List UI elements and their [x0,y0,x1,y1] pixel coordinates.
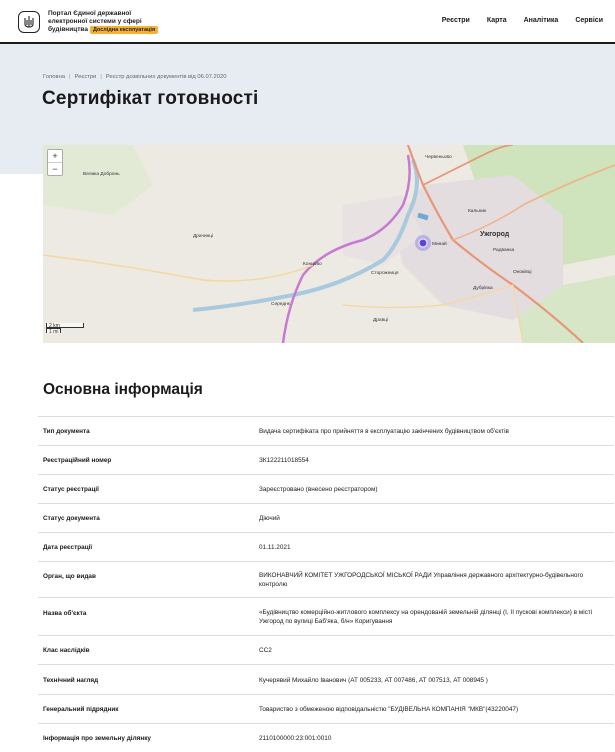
site-header: Портал Єдиної державної електронної сист… [0,0,615,44]
place-label: Дубрівка [473,285,493,291]
info-value: «Будівництво комерційно-житлового компле… [259,609,593,625]
place-label: Ужгород [480,231,510,238]
nav-map[interactable]: Карта [487,17,507,24]
breadcrumb-home[interactable]: Головна [43,74,65,80]
logo-line-1: Портал Єдиної державної [48,10,132,17]
page-title: Сертифікат готовності [42,88,259,109]
lake [417,212,429,221]
info-label: Статус документа [43,515,100,522]
location-marker-icon[interactable] [418,238,428,248]
portal-logo-text[interactable]: Портал Єдиної державної електронної сист… [48,10,178,34]
info-value: Товариство з обмеженою відповідальністю … [259,706,519,713]
info-value: Видача сертифіката про прийняття в експл… [259,428,509,435]
place-label: Минай [432,240,447,247]
place-label: Дравці [373,317,388,323]
zoom-out-button[interactable]: − [48,162,62,175]
info-label: Дата реєстрації [43,544,93,551]
zoom-in-button[interactable]: + [48,150,62,162]
place-label: Сторожниця [371,270,399,276]
logo-line-3: будівництва [48,26,88,33]
info-label: Клас наслідків [43,647,90,654]
place-label: Велика Добронь [83,171,120,177]
info-row: Статус документа Діючий [38,503,614,532]
location-map[interactable]: Червеньово Кальник Ужгород Радванка Онок… [43,145,615,343]
info-label: Орган, що видав [43,573,96,580]
nav-analytics[interactable]: Аналітика [524,17,559,24]
info-label: Реєстраційний номер [43,457,112,464]
info-value: ВИКОНАВЧИЙ КОМІТЕТ УЖГОРОДСЬКОЇ МІСЬКОЇ … [259,572,584,588]
info-value: СС2 [259,647,272,654]
info-label: Назва об'єкта [43,610,87,617]
place-label: Середнє [271,301,291,307]
info-label: Тип документа [43,428,90,435]
breadcrumb-current: Реєстр дозвільних документів від 06.07.2… [105,74,227,80]
map-scale: 2 km 1 mi [46,323,84,335]
map-zoom-control: + − [47,149,63,176]
info-row: Реєстраційний номер ЗК122211018554 [38,445,614,474]
info-row: Технічний нагляд Кучерявий Михайло Івано… [38,664,614,694]
section-title: Основна інформація [43,381,203,398]
main-nav: Реєстри Карта Аналітика Сервіси [442,17,603,24]
breadcrumb-registries[interactable]: Реєстри [75,74,97,80]
info-row: Статус реєстрації Зареєстровано (внесено… [38,474,614,503]
info-row: Дата реєстрації 01.11.2021 [38,532,614,561]
logo-line-2: електронної системи у сфері [48,18,142,25]
nav-registries[interactable]: Реєстри [442,17,470,24]
scale-km: 2 km [46,323,84,329]
info-value: Кучерявий Михайло Іванович (АТ 005233, А… [259,677,488,684]
breadcrumb-separator: | [100,74,102,80]
breadcrumb: Головна | Реєстри | Реєстр дозвільних до… [43,74,226,80]
info-row: Орган, що видав ВИКОНАВЧИЙ КОМІТЕТ УЖГОР… [38,561,614,597]
info-value: ЗК122211018554 [259,457,309,464]
info-row: Клас наслідків СС2 [38,635,614,664]
info-value: 2110100000:23:001:0010 [259,735,332,742]
info-value: Зареєстровано (внесено реєстратором) [259,486,378,493]
info-label: Статус реєстрації [43,486,99,493]
place-label: Концово [303,261,322,267]
place-label: Червеньово [425,154,452,160]
place-label: Оноківці [513,269,532,275]
breadcrumb-separator: | [69,74,71,80]
info-row: Тип документа Видача сертифіката про при… [38,416,614,445]
info-label: Технічний нагляд [43,677,99,684]
place-label: Радванка [493,247,515,253]
info-row: Інформація про земельну ділянку 21101000… [38,723,614,752]
place-label: Драчинці [193,233,213,239]
road [43,254,314,282]
trident-logo-icon[interactable] [18,11,40,33]
info-row: Назва об'єкта «Будівництво комерційно-жи… [38,597,614,635]
info-label: Інформація про земельну ділянку [43,735,151,742]
place-label: Кальник [468,208,487,214]
info-value: 01.11.2021 [259,544,291,551]
info-label: Генеральний підрядник [43,706,119,713]
info-value: Діючий [259,515,280,522]
nav-services[interactable]: Сервіси [575,17,603,24]
beta-badge: Дослідна експлуатація [89,26,159,34]
info-row: Генеральний підрядник Товариство з обмеж… [38,694,614,723]
